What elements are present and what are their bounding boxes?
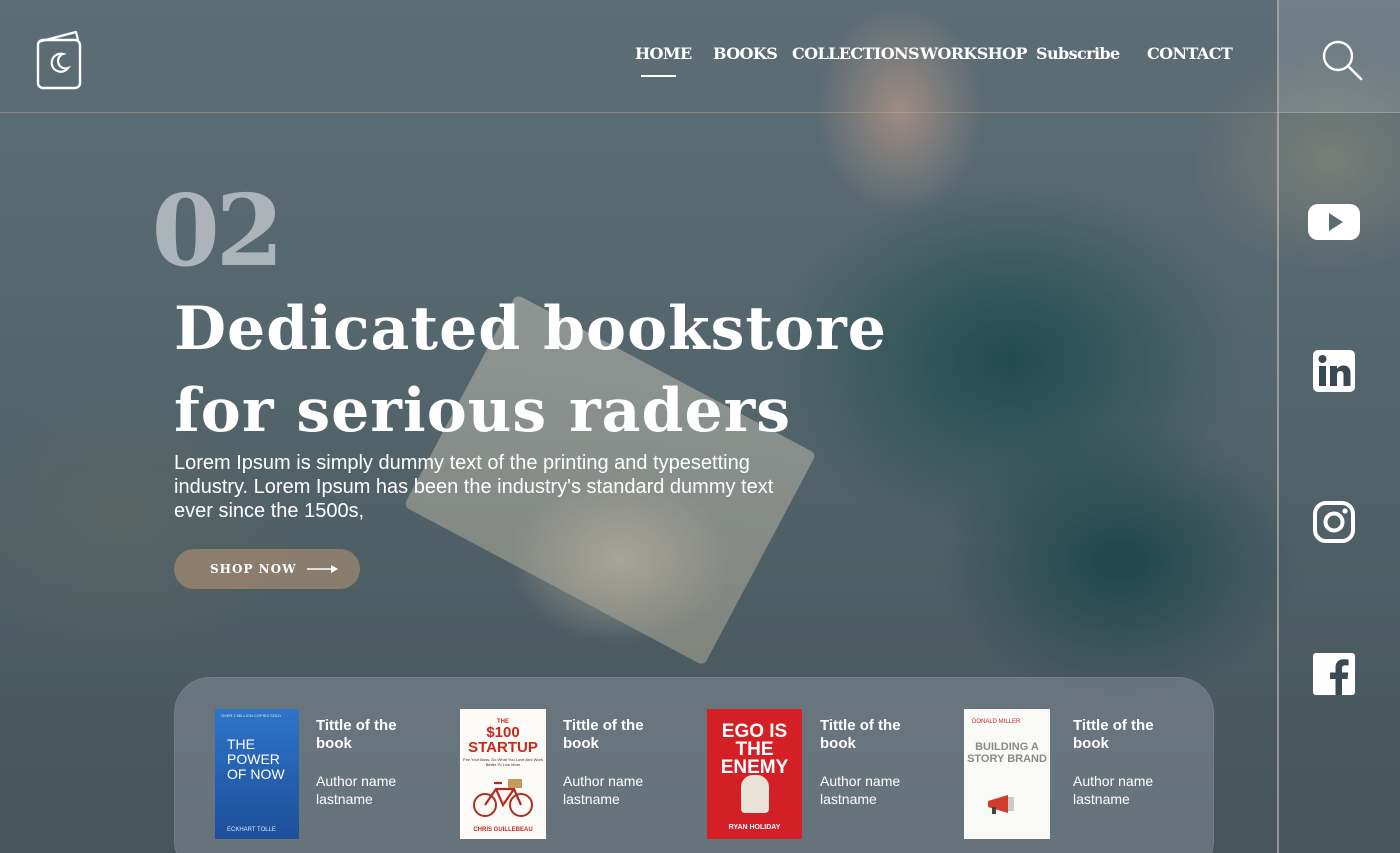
hero-description: Lorem Ipsum is simply dummy text of the … [174, 452, 774, 522]
cover-author: ECKHART TOLLE [227, 827, 276, 833]
shop-now-label: SHOP NOW [210, 562, 297, 576]
hero-title-line-2: for serious raders [174, 376, 792, 446]
book-card[interactable]: OVER 2 MILLION COPIES SOLD THE POWER OF … [215, 709, 425, 849]
cover-subtitle: Fire Your Boss, Do What You Love And Wor… [463, 757, 543, 767]
sidebar-divider [1277, 0, 1279, 853]
instagram-icon [1313, 501, 1355, 543]
facebook-icon [1313, 653, 1355, 695]
arrow-right-icon [306, 565, 338, 573]
cover-author: CHRIS GUILLEBEAU [473, 827, 533, 833]
book-cover-power-of-now: OVER 2 MILLION COPIES SOLD THE POWER OF … [215, 709, 299, 839]
cover-title: THE POWER OF NOW [227, 736, 285, 782]
book-title: Tittle of the book [820, 717, 901, 752]
book-logo-icon[interactable] [36, 30, 82, 90]
book-author: Author name lastname [563, 773, 644, 807]
nav-workshop[interactable]: WORKSHOP [920, 44, 1028, 63]
nav-active-indicator [641, 75, 676, 77]
nav-contact[interactable]: CONTACT [1147, 44, 1233, 63]
linkedin-icon [1313, 350, 1355, 392]
instagram-link[interactable] [1306, 498, 1362, 546]
book-title: Tittle of the book [563, 717, 644, 752]
nav-books[interactable]: BOOKS [713, 44, 778, 63]
youtube-link[interactable] [1306, 198, 1362, 246]
book-card[interactable]: DONALD MILLER BUILDING A STORY BRAND Tit… [964, 709, 1184, 849]
megaphone-icon [988, 795, 1014, 814]
book-cover-100-startup: THE $100 STARTUP Fire Your Boss, Do What… [460, 709, 546, 839]
book-cover-ego-is-the-enemy: EGO IS THE ENEMY RYAN HOLIDAY [707, 709, 802, 839]
cover-author: DONALD MILLER [972, 719, 1021, 725]
slide-index: 02 [151, 182, 280, 282]
book-author: Author name lastname [1073, 773, 1154, 807]
nav-collections[interactable]: COLLECTIONS [792, 44, 920, 63]
cover-title: BUILDING A STORY BRAND [967, 741, 1047, 765]
cover-kicker: OVER 2 MILLION COPIES SOLD [221, 713, 282, 718]
facebook-link[interactable] [1306, 650, 1362, 698]
hero-title: Dedicated bookstore for serious raders [174, 288, 894, 452]
site-header: HOME BOOKS COLLECTIONS WORKSHOP Subscrib… [0, 0, 1400, 113]
book-title: Tittle of the book [1073, 717, 1154, 752]
nav-home[interactable]: HOME [635, 44, 692, 63]
bicycle-icon [473, 779, 533, 817]
book-card[interactable]: THE $100 STARTUP Fire Your Boss, Do What… [460, 709, 670, 849]
cover-title: EGO IS THE ENEMY [720, 721, 789, 778]
search-icon[interactable] [1320, 38, 1364, 82]
shop-now-button[interactable]: SHOP NOW [174, 549, 360, 589]
book-card[interactable]: EGO IS THE ENEMY RYAN HOLIDAY Tittle of … [707, 709, 927, 849]
nav-subscribe[interactable]: Subscribe [1036, 44, 1120, 63]
book-author: Author name lastname [316, 773, 397, 807]
cover-author: RYAN HOLIDAY [728, 824, 781, 831]
book-author: Author name lastname [820, 773, 901, 807]
book-title: Tittle of the book [316, 717, 397, 752]
cover-title: $100 STARTUP [468, 724, 538, 756]
linkedin-link[interactable] [1306, 347, 1362, 395]
book-cover-building-a-story-brand: DONALD MILLER BUILDING A STORY BRAND [964, 709, 1050, 839]
youtube-icon [1308, 204, 1360, 240]
bust-illustration [741, 775, 769, 813]
hero-title-line-1: Dedicated bookstore [174, 294, 887, 364]
